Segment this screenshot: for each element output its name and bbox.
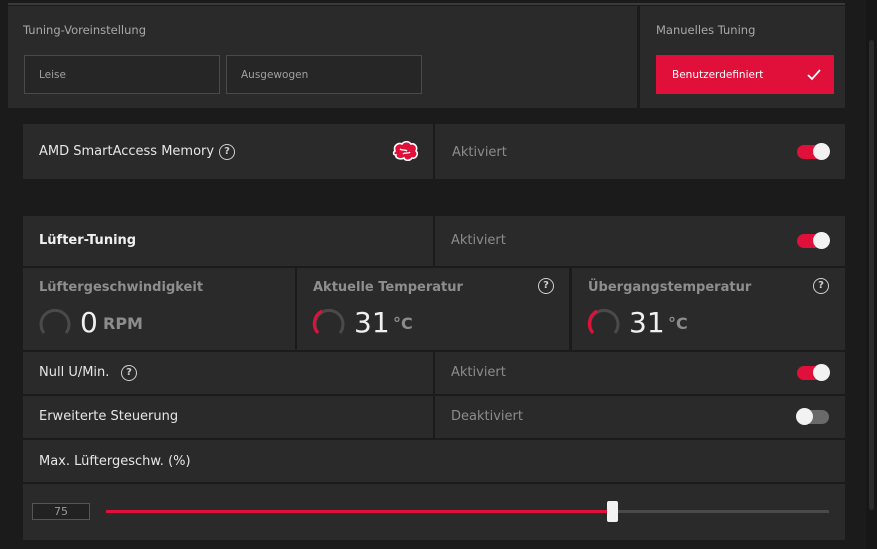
toggle-knob: [796, 408, 813, 425]
current-temp-value: 31: [354, 306, 390, 339]
zero-rpm-status: Aktiviert: [451, 365, 506, 380]
current-temp-gauge-icon: [312, 308, 345, 335]
max-fan-label: Max. Lüftergeschw. (%): [39, 454, 191, 469]
fan-tuning-toggle[interactable]: [797, 232, 830, 249]
smart-access-toggle[interactable]: [797, 143, 830, 160]
toggle-knob: [813, 143, 830, 160]
scrollbar-thumb[interactable]: [869, 40, 874, 510]
zero-rpm-label: Null U/Min.: [39, 365, 110, 380]
zero-rpm-toggle[interactable]: [797, 364, 830, 381]
junction-temp-value: 31: [629, 306, 665, 339]
junction-temp-help-icon[interactable]: ?: [813, 278, 829, 294]
toggle-knob: [813, 232, 830, 249]
fan-speed-unit: RPM: [103, 314, 143, 333]
custom-tuning-label: Benutzerdefiniert: [672, 68, 764, 81]
max-fan-value-box[interactable]: 75: [32, 503, 90, 520]
fan-tuning-label: Lüfter-Tuning: [39, 233, 137, 248]
brain-icon: [392, 140, 419, 162]
smart-access-help-icon[interactable]: ?: [219, 144, 235, 160]
fan-tuning-status: Aktiviert: [451, 233, 506, 248]
max-fan-slider-fill: [106, 510, 613, 513]
current-temp-help-icon[interactable]: ?: [538, 278, 554, 294]
max-fan-value: 75: [54, 505, 68, 518]
fan-speed-gauge-icon: [39, 308, 71, 334]
zero-rpm-help-icon[interactable]: ?: [121, 365, 137, 381]
junction-temp-gauge-icon: [587, 308, 620, 335]
advanced-control-status: Deaktiviert: [451, 409, 523, 424]
max-fan-slider-thumb[interactable]: [607, 501, 619, 522]
advanced-control-toggle[interactable]: [796, 408, 829, 425]
smart-access-label: AMD SmartAccess Memory: [39, 144, 215, 159]
manual-tuning-label: Manuelles Tuning: [656, 23, 756, 37]
preset-quiet-button[interactable]: Leise: [24, 55, 220, 94]
toggle-knob: [813, 364, 830, 381]
custom-tuning-button[interactable]: Benutzerdefiniert: [656, 55, 834, 94]
fan-speed-label: Lüftergeschwindigkeit: [39, 280, 204, 295]
tuning-preset-label: Tuning-Voreinstellung: [23, 23, 147, 37]
junction-temp-label: Übergangstemperatur: [588, 280, 752, 295]
junction-temp-unit: °C: [668, 314, 688, 333]
advanced-control-label: Erweiterte Steuerung: [39, 409, 179, 424]
max-fan-slider-track[interactable]: [106, 501, 829, 522]
smart-access-status: Aktiviert: [452, 145, 507, 160]
preset-balanced-button[interactable]: Ausgewogen: [226, 55, 422, 94]
current-temp-unit: °C: [393, 314, 413, 333]
panel-top-line: [8, 3, 845, 5]
checkmark-icon: [807, 69, 821, 81]
current-temp-label: Aktuelle Temperatur: [313, 280, 463, 295]
scrollbar[interactable]: [866, 0, 877, 549]
fan-speed-value: 0: [80, 306, 98, 339]
